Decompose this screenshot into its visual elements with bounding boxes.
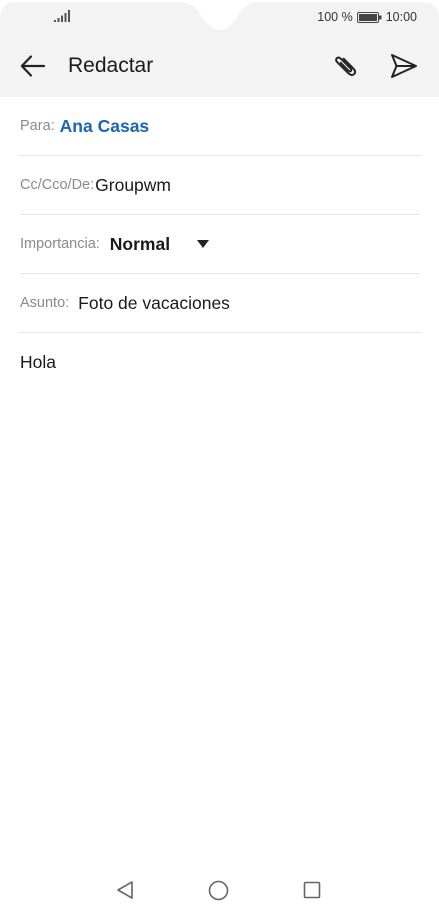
importance-row[interactable]: Importancia: Normal bbox=[20, 215, 420, 274]
triangle-back-icon[interactable] bbox=[116, 880, 134, 900]
arrow-left-icon[interactable] bbox=[18, 51, 48, 81]
cc-label: Cc/Cco/De: bbox=[20, 177, 95, 193]
to-recipient[interactable]: Ana Casas bbox=[60, 116, 150, 137]
to-row[interactable]: Para: Ana Casas bbox=[20, 97, 420, 156]
status-bar: 100 % 10:00 bbox=[0, 0, 439, 34]
circle-home-icon[interactable] bbox=[208, 880, 229, 901]
subject-field[interactable]: Foto de vacaciones bbox=[78, 293, 230, 314]
paperclip-icon[interactable] bbox=[330, 50, 362, 82]
send-icon[interactable] bbox=[389, 52, 419, 80]
compose-screen: 100 % 10:00 Redactar Para: Ana Casas Cc/… bbox=[0, 0, 439, 914]
square-recent-icon[interactable] bbox=[303, 881, 321, 899]
compose-form: Para: Ana Casas Cc/Cco/De: Groupwm Impor… bbox=[0, 97, 439, 333]
importance-value[interactable]: Normal bbox=[110, 234, 170, 255]
caret-down-icon[interactable] bbox=[197, 240, 210, 248]
message-body[interactable]: Hola bbox=[20, 352, 56, 373]
subject-label: Asunto: bbox=[20, 295, 70, 311]
subject-row[interactable]: Asunto: Foto de vacaciones bbox=[20, 274, 420, 333]
cc-row[interactable]: Cc/Cco/De: Groupwm bbox=[20, 156, 420, 215]
importance-label: Importancia: bbox=[20, 236, 100, 252]
navigation-bar bbox=[0, 866, 439, 914]
clock: 10:00 bbox=[385, 10, 417, 24]
cc-field[interactable]: Groupwm bbox=[95, 175, 171, 196]
status-right: 100 % 10:00 bbox=[317, 9, 417, 25]
app-bar: Redactar bbox=[0, 34, 439, 97]
page-title: Redactar bbox=[68, 54, 154, 77]
top-area: 100 % 10:00 Redactar bbox=[0, 0, 439, 97]
battery-icon bbox=[356, 11, 382, 23]
to-label: Para: bbox=[20, 118, 55, 134]
signal-icon bbox=[54, 10, 70, 22]
battery-percent: 100 % bbox=[317, 10, 353, 24]
